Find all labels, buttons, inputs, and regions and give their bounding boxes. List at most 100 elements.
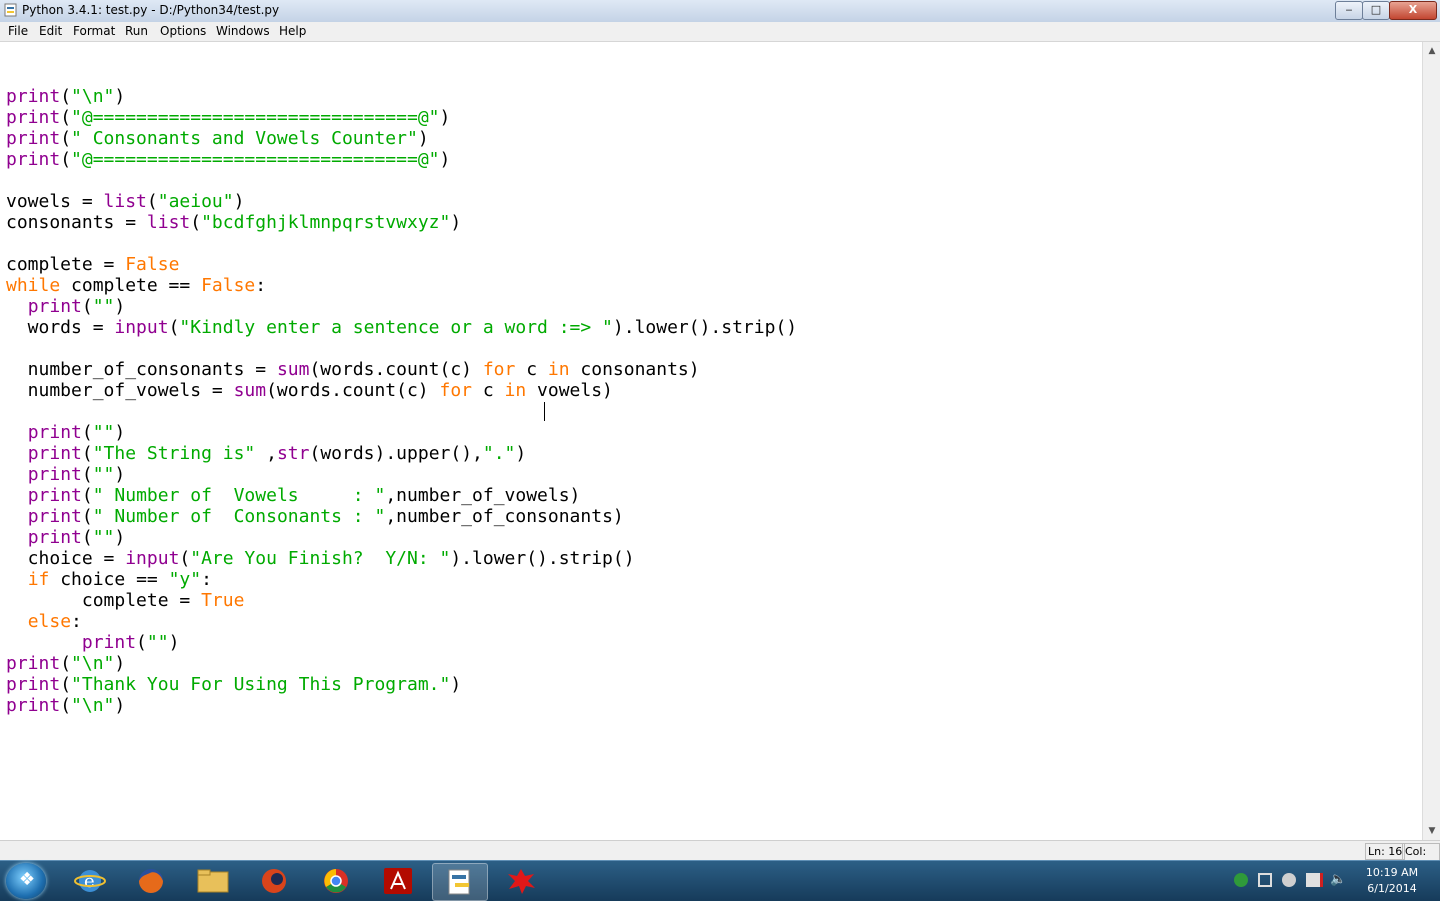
code-token: vowels)	[526, 380, 613, 401]
menu-help[interactable]: Help	[279, 24, 306, 38]
vertical-scrollbar[interactable]: ▲ ▼	[1422, 42, 1440, 840]
maximize-button[interactable]: □	[1362, 1, 1390, 20]
code-line: while complete == False:	[6, 275, 797, 296]
code-token: print	[6, 128, 61, 149]
code-token: " Number of Consonants : "	[92, 506, 386, 527]
code-line: if choice == "y":	[6, 569, 797, 590]
code-token: (	[60, 653, 72, 674]
scroll-up-arrow-icon[interactable]: ▲	[1425, 44, 1439, 58]
close-button[interactable]: X	[1389, 1, 1437, 20]
code-token: ""	[92, 527, 115, 548]
code-token: sum	[276, 359, 310, 380]
code-token: list	[146, 212, 191, 233]
code-token: print	[27, 422, 82, 443]
code-token: ).lower().strip()	[612, 317, 798, 338]
python-idle-icon[interactable]	[432, 863, 488, 901]
code-token: ""	[92, 422, 115, 443]
code-token: "@==============================@"	[71, 149, 440, 170]
menu-edit[interactable]: Edit	[39, 24, 62, 38]
menu-options[interactable]: Options	[160, 24, 206, 38]
network-status-icon[interactable]	[1234, 873, 1248, 887]
code-line: words = input("Kindly enter a sentence o…	[6, 317, 797, 338]
windows-start-icon[interactable]: ❖	[6, 863, 46, 899]
code-token: vowels =	[6, 191, 104, 212]
code-token: (	[60, 149, 72, 170]
code-token: " Number of Vowels : "	[92, 485, 386, 506]
code-line: print("@==============================@"…	[6, 107, 797, 128]
code-token: "Are You Finish? Y/N: "	[190, 548, 451, 569]
menu-format[interactable]: Format	[73, 24, 115, 38]
adobe-reader-icon[interactable]	[371, 863, 425, 899]
code-token: )	[233, 191, 245, 212]
code-token: complete =	[6, 254, 126, 275]
code-token: ""	[146, 632, 169, 653]
code-token: print	[27, 464, 82, 485]
clock-date: 6/1/2014	[1367, 882, 1417, 895]
code-token: "\n"	[71, 86, 115, 107]
code-token: "\n"	[71, 653, 115, 674]
code-token: )	[114, 422, 126, 443]
code-token: )	[168, 632, 180, 653]
menu-bar: File Edit Format Run Options Windows Hel…	[0, 22, 1440, 42]
code-token: "aeiou"	[157, 191, 234, 212]
menu-run[interactable]: Run	[125, 24, 148, 38]
code-token: print	[27, 527, 82, 548]
code-text[interactable]: ​print("\n")print("@====================…	[6, 65, 797, 716]
menu-file[interactable]: File	[8, 24, 28, 38]
code-token: (	[60, 86, 72, 107]
firefox-nightly-icon[interactable]	[247, 863, 301, 899]
menu-windows[interactable]: Windows	[216, 24, 270, 38]
code-line: complete = True	[6, 590, 797, 611]
code-token: complete ==	[60, 275, 202, 296]
code-token: in	[547, 359, 570, 380]
code-token: "\n"	[71, 695, 115, 716]
code-token: words =	[6, 317, 115, 338]
code-token: (	[81, 422, 93, 443]
code-token: "."	[482, 443, 516, 464]
code-line: ​	[6, 401, 797, 422]
code-line: print(" Consonants and Vowels Counter")	[6, 128, 797, 149]
code-line: ​	[6, 338, 797, 359]
code-token: if	[27, 569, 50, 590]
text-cursor	[544, 402, 545, 421]
code-token: (	[81, 485, 93, 506]
code-token: (words).upper(),	[309, 443, 483, 464]
status-bar: Ln: 16 Col: 49	[0, 840, 1440, 873]
internet-explorer-icon[interactable]: e	[63, 863, 117, 899]
code-token: (words.count(c)	[266, 380, 440, 401]
code-editor[interactable]: ​print("\n")print("@====================…	[0, 42, 1422, 840]
code-token: print	[27, 485, 82, 506]
volume-icon[interactable]: 🔈	[1330, 873, 1346, 887]
code-line: number_of_vowels = sum(words.count(c) fo…	[6, 380, 797, 401]
code-token: :	[255, 275, 267, 296]
action-center-icon[interactable]	[1306, 873, 1323, 887]
scroll-down-arrow-icon[interactable]: ▼	[1425, 824, 1439, 838]
chrome-icon[interactable]	[309, 863, 363, 899]
code-line: print("\n")	[6, 695, 797, 716]
file-explorer-icon[interactable]	[186, 863, 240, 899]
code-token: consonants =	[6, 212, 147, 233]
clock[interactable]: 10:19 AM 6/1/2014	[1360, 865, 1424, 897]
code-line: print("")	[6, 527, 797, 548]
code-line: print("@==============================@"…	[6, 149, 797, 170]
code-line: print(" Number of Consonants : ",number_…	[6, 506, 797, 527]
code-token: (	[60, 674, 72, 695]
svg-text:e: e	[84, 871, 95, 892]
code-token: )	[439, 149, 451, 170]
code-token: input	[114, 317, 169, 338]
code-token: sum	[233, 380, 267, 401]
minimize-button[interactable]: ‒	[1335, 1, 1363, 20]
code-token: True	[201, 590, 245, 611]
code-line: print("")	[6, 422, 797, 443]
settings-icon[interactable]	[1282, 873, 1296, 887]
code-token: print	[6, 86, 61, 107]
firefox-icon[interactable]	[124, 863, 178, 899]
paint-splash-icon[interactable]	[494, 863, 548, 899]
code-token: print	[6, 695, 61, 716]
code-token: )	[515, 443, 527, 464]
device-icon[interactable]	[1258, 873, 1272, 887]
code-token: ,number_of_vowels)	[385, 485, 581, 506]
code-line: print(" Number of Vowels : ",number_of_v…	[6, 485, 797, 506]
